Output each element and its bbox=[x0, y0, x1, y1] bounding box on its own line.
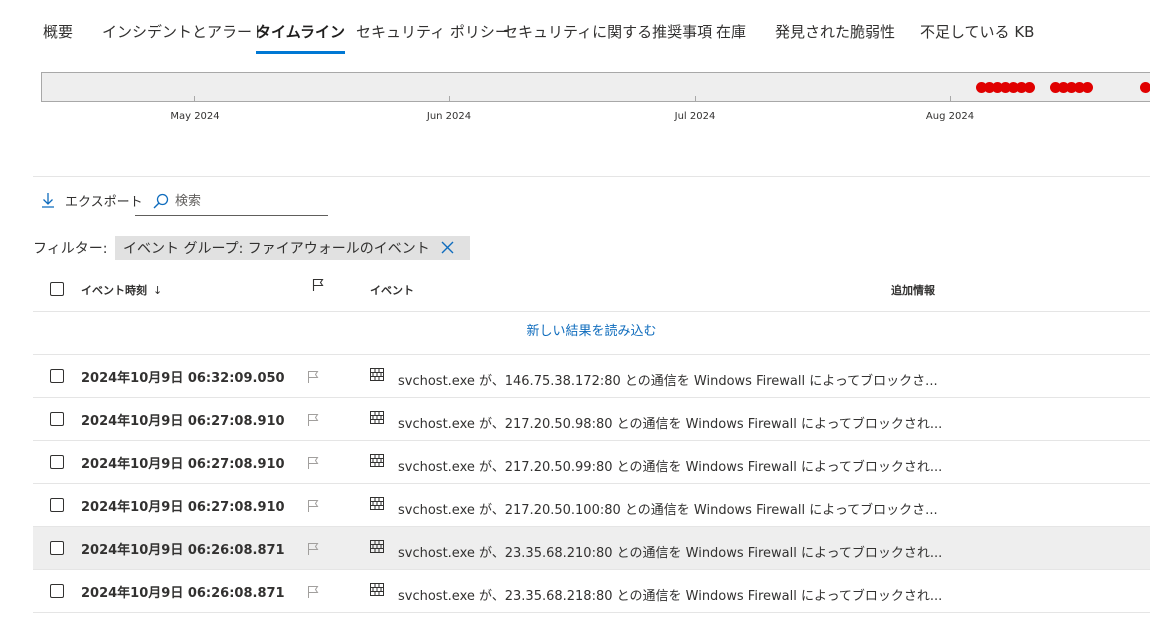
select-all-checkbox[interactable] bbox=[50, 282, 64, 296]
export-label: エクスポート bbox=[65, 194, 143, 210]
event-description: svchost.exe が、23.35.68.218:80 との通信を Wind… bbox=[398, 589, 943, 604]
flag-icon[interactable] bbox=[307, 499, 319, 513]
row-checkbox[interactable] bbox=[50, 369, 64, 383]
flag-icon[interactable] bbox=[307, 413, 319, 427]
timeline-tick bbox=[449, 96, 450, 102]
table-row[interactable]: 2024年10月9日 06:27:08.910 svchost.exe が、21… bbox=[33, 484, 1150, 527]
firewall-icon bbox=[370, 368, 384, 381]
firewall-icon bbox=[370, 411, 384, 424]
export-button[interactable]: エクスポート bbox=[41, 189, 143, 211]
event-marker[interactable] bbox=[1140, 82, 1150, 93]
timeline-tick bbox=[695, 96, 696, 102]
close-icon[interactable] bbox=[441, 241, 454, 254]
firewall-icon bbox=[370, 497, 384, 510]
timeline-month-label: Jul 2024 bbox=[674, 111, 716, 122]
tab-vulnerabilities[interactable]: 発見された脆弱性 bbox=[775, 22, 895, 54]
row-checkbox[interactable] bbox=[50, 412, 64, 426]
event-description: svchost.exe が、217.20.50.99:80 との通信を Wind… bbox=[398, 460, 943, 475]
timeline-month-label: Jun 2024 bbox=[426, 111, 472, 122]
table-row[interactable]: 2024年10月9日 06:26:08.871 svchost.exe が、23… bbox=[33, 527, 1150, 570]
tab-security-recommendations[interactable]: セキュリティに関する推奨事項 bbox=[503, 22, 712, 54]
row-checkbox[interactable] bbox=[50, 584, 64, 598]
tab-timeline[interactable]: タイムライン bbox=[256, 22, 345, 54]
event-time: 2024年10月9日 06:27:08.910 bbox=[81, 457, 285, 472]
flag-icon[interactable] bbox=[307, 585, 319, 599]
table-header: イベント時刻 ↓ イベント 追加情報 bbox=[33, 268, 1150, 312]
table-row[interactable]: 2024年10月9日 06:26:08.871 svchost.exe が、23… bbox=[33, 570, 1150, 613]
flag-icon[interactable] bbox=[307, 456, 319, 470]
filter-label: フィルター: bbox=[33, 241, 108, 257]
column-header-event[interactable]: イベント bbox=[370, 282, 414, 298]
tab-security-policy[interactable]: セキュリティ ポリシー bbox=[356, 22, 510, 54]
event-description: svchost.exe が、146.75.38.172:80 との通信を Win… bbox=[398, 374, 938, 389]
tab-inventory[interactable]: 在庫 bbox=[716, 22, 746, 54]
filter-chip-text: イベント グループ: ファイアウォールのイベント bbox=[123, 241, 430, 257]
event-time: 2024年10月9日 06:27:08.910 bbox=[81, 500, 285, 515]
timeline-tick bbox=[194, 96, 195, 102]
event-description: svchost.exe が、217.20.50.98:80 との通信を Wind… bbox=[398, 417, 943, 432]
event-time: 2024年10月9日 06:32:09.050 bbox=[81, 371, 285, 386]
firewall-icon bbox=[370, 454, 384, 467]
column-header-additional-info[interactable]: 追加情報 bbox=[891, 282, 935, 298]
event-description: svchost.exe が、217.20.50.100:80 との通信を Win… bbox=[398, 503, 938, 518]
event-marker[interactable] bbox=[1082, 82, 1093, 93]
column-header-time[interactable]: イベント時刻 ↓ bbox=[81, 282, 162, 298]
load-new-results-link[interactable]: 新しい結果を読み込む bbox=[33, 312, 1150, 355]
timeline-tick bbox=[950, 96, 951, 102]
timeline-month-label: Aug 2024 bbox=[925, 111, 975, 122]
firewall-icon bbox=[370, 540, 384, 553]
search-input[interactable] bbox=[175, 189, 325, 213]
tab-missing-kbs[interactable]: 不足している KB bbox=[920, 22, 1034, 54]
sort-arrow-icon: ↓ bbox=[153, 284, 163, 297]
download-icon bbox=[42, 193, 54, 208]
event-time: 2024年10月9日 06:26:08.871 bbox=[81, 543, 285, 558]
flag-icon[interactable] bbox=[307, 370, 319, 384]
table-row[interactable]: 2024年10月9日 06:27:08.910 svchost.exe が、21… bbox=[33, 441, 1150, 484]
event-time: 2024年10月9日 06:27:08.910 bbox=[81, 414, 285, 429]
tab-bar: 概要 インシデントとアラート タイムライン セキュリティ ポリシー セキュリティ… bbox=[0, 0, 1150, 60]
table-row[interactable]: 2024年10月9日 06:32:09.050 svchost.exe が、14… bbox=[33, 355, 1150, 398]
event-marker[interactable] bbox=[1024, 82, 1035, 93]
flag-icon bbox=[312, 278, 324, 291]
search-box[interactable] bbox=[135, 189, 328, 216]
flag-icon[interactable] bbox=[307, 542, 319, 556]
filter-chip: イベント グループ: ファイアウォールのイベント bbox=[115, 236, 470, 260]
tab-incidents-alerts[interactable]: インシデントとアラート bbox=[102, 22, 267, 54]
tab-overview[interactable]: 概要 bbox=[43, 22, 73, 54]
search-icon bbox=[153, 193, 169, 209]
row-checkbox[interactable] bbox=[50, 541, 64, 555]
table-row[interactable]: 2024年10月9日 06:27:08.910 svchost.exe が、21… bbox=[33, 398, 1150, 441]
firewall-icon bbox=[370, 583, 384, 596]
timeline-month-label: May 2024 bbox=[170, 111, 220, 122]
row-checkbox[interactable] bbox=[50, 455, 64, 469]
section-divider bbox=[33, 176, 1150, 177]
event-description: svchost.exe が、23.35.68.210:80 との通信を Wind… bbox=[398, 546, 943, 561]
row-checkbox[interactable] bbox=[50, 498, 64, 512]
event-time: 2024年10月9日 06:26:08.871 bbox=[81, 586, 285, 601]
timeline-chart[interactable] bbox=[41, 72, 1150, 102]
